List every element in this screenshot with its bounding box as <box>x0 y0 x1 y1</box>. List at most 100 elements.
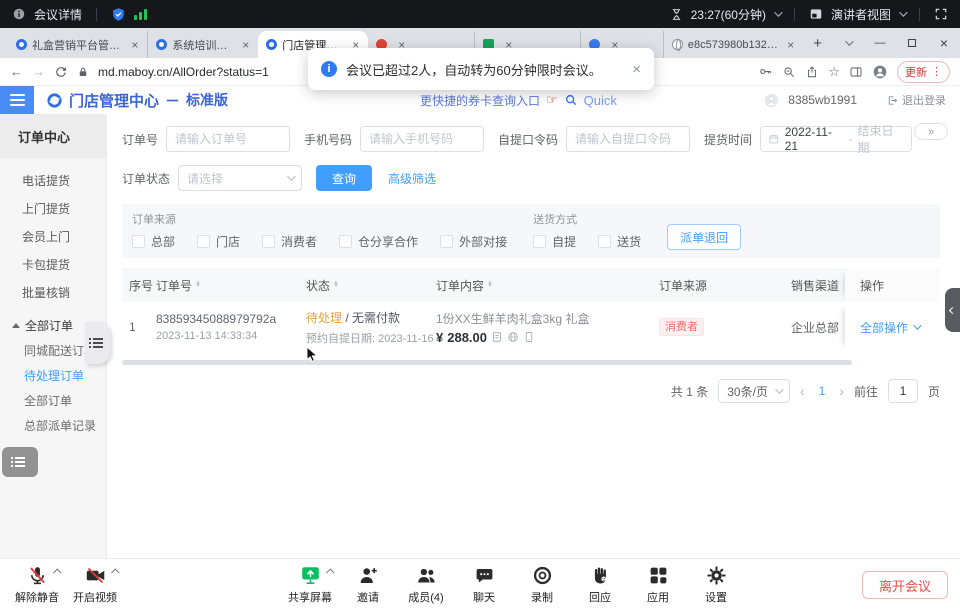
receipt-icon[interactable] <box>491 331 503 343</box>
settings-button[interactable]: 设置 <box>687 559 745 610</box>
notification-close-icon[interactable]: × <box>632 61 641 78</box>
checkbox-option-warehouse-share[interactable]: 仓分享合作 <box>339 233 418 250</box>
mic-options-caret[interactable] <box>53 568 61 576</box>
browser-tab[interactable]: 礼盒营销平台管理中心× <box>8 31 147 58</box>
next-page-icon[interactable]: › <box>839 383 844 399</box>
pickup-date-range[interactable]: 2022-11-21 - 结束日期 <box>760 126 912 152</box>
horizontal-scrollbar[interactable] <box>122 360 852 365</box>
browser-tab[interactable]: e8c573980b1328a258fd2e618× <box>663 31 803 58</box>
lock-icon[interactable] <box>77 66 89 78</box>
window-maximize-icon[interactable] <box>896 28 928 58</box>
view-mode-label[interactable]: 演讲者视图 <box>831 6 891 23</box>
tab-close-icon[interactable]: × <box>130 39 139 51</box>
forward-icon[interactable]: → <box>32 64 45 79</box>
start-video-button[interactable]: 开启视频 <box>66 559 124 610</box>
logout-button[interactable]: 退出登录 <box>887 92 946 108</box>
shield-check-icon[interactable] <box>111 7 126 22</box>
all-actions-dropdown[interactable]: 全部操作 <box>860 319 919 336</box>
unmute-button[interactable]: 解除静音 <box>8 559 66 610</box>
tab-close-icon[interactable]: × <box>241 39 250 51</box>
apps-button[interactable]: 应用 <box>629 559 687 610</box>
coupon-query-entry-link[interactable]: 更快捷的券卡查询入口 <box>420 92 540 109</box>
sort-icon[interactable]: ▲▼ <box>487 282 493 289</box>
quick-search-icon[interactable] <box>564 93 578 107</box>
sidebar-item-all-orders[interactable]: 全部订单 <box>0 388 106 413</box>
chat-button[interactable]: 聊天 <box>455 559 513 610</box>
profile-avatar-icon[interactable] <box>872 64 888 80</box>
window-close-icon[interactable]: × <box>928 28 960 58</box>
reload-icon[interactable] <box>54 65 68 79</box>
sidebar-item-member-visit[interactable]: 会员上门 <box>0 222 106 250</box>
prev-page-icon[interactable]: ‹ <box>800 383 805 399</box>
checkbox-icon[interactable] <box>598 235 611 248</box>
page-size-select[interactable]: 30条/页 <box>718 379 790 403</box>
user-avatar[interactable] <box>763 92 780 109</box>
username[interactable]: 8385wb1991 <box>788 93 857 107</box>
order-status-select[interactable]: 请选择 <box>178 165 302 191</box>
checkbox-option-self-pickup[interactable]: 自提 <box>533 233 576 250</box>
invite-button[interactable]: 邀请 <box>339 559 397 610</box>
checkbox-icon[interactable] <box>339 235 352 248</box>
back-icon[interactable]: ← <box>10 64 23 79</box>
advanced-filter-link[interactable]: 高级筛选 <box>388 170 436 187</box>
right-drawer-handle[interactable] <box>945 288 960 332</box>
sidebar-item-door-pickup[interactable]: 上门提货 <box>0 194 106 222</box>
password-key-icon[interactable] <box>758 64 773 79</box>
share-options-caret[interactable] <box>326 568 334 576</box>
bookmark-star-icon[interactable]: ☆ <box>828 64 840 80</box>
sidebar-item-card-pickup[interactable]: 卡包提货 <box>0 250 106 278</box>
collapse-filters-button[interactable]: » <box>914 123 948 140</box>
view-dropdown-icon[interactable] <box>899 8 907 16</box>
col-order-no[interactable]: 订单号▲▼ <box>156 277 306 294</box>
checkbox-icon[interactable] <box>197 235 210 248</box>
col-status[interactable]: 状态▲▼ <box>306 277 436 294</box>
share-icon[interactable] <box>805 65 819 79</box>
quick-label[interactable]: Quick <box>584 93 617 108</box>
new-tab-button[interactable]: + <box>803 35 832 52</box>
browser-tab[interactable]: 系统培训学习× <box>147 31 258 58</box>
tab-close-icon[interactable]: × <box>786 39 795 51</box>
end-date-placeholder[interactable]: 结束日期 <box>857 122 904 156</box>
goto-page-input[interactable] <box>888 379 918 403</box>
checkbox-icon[interactable] <box>132 235 145 248</box>
sidebar-toggle-button[interactable] <box>0 86 34 114</box>
checkbox-icon[interactable] <box>262 235 275 248</box>
start-date-value[interactable]: 2022-11-21 <box>785 125 844 153</box>
sort-icon[interactable]: ▲▼ <box>195 282 201 289</box>
reactions-button[interactable]: 回应 <box>571 559 629 610</box>
meeting-timer[interactable]: 23:27(60分钟) <box>691 6 766 23</box>
checkbox-icon[interactable] <box>440 235 453 248</box>
chrome-update-button[interactable]: 更新⋮ <box>897 61 950 83</box>
sidebar-item-hq-dispatch-records[interactable]: 总部派单记录 <box>0 413 106 438</box>
fullscreen-icon[interactable] <box>934 7 948 21</box>
sidebar-item-batch-verify[interactable]: 批量核销 <box>0 278 106 306</box>
share-screen-button[interactable]: 共享屏幕 <box>281 559 339 610</box>
sidebar-item-pending-orders[interactable]: 待处理订单 <box>0 363 106 388</box>
video-options-caret[interactable] <box>111 568 119 576</box>
network-signal-icon[interactable] <box>134 8 147 20</box>
dispatch-return-button[interactable]: 派单退回 <box>667 224 741 250</box>
col-content[interactable]: 订单内容▲▼ <box>436 277 641 294</box>
checkbox-option-consumer[interactable]: 消费者 <box>262 233 317 250</box>
info-icon[interactable] <box>12 7 26 21</box>
current-page[interactable]: 1 <box>815 384 830 398</box>
timer-dropdown-icon[interactable] <box>774 8 782 16</box>
globe-icon[interactable] <box>507 331 519 343</box>
checkbox-option-external[interactable]: 外部对接 <box>440 233 507 250</box>
window-minimize-icon[interactable]: — <box>864 28 896 58</box>
meeting-details-label[interactable]: 会议详情 <box>34 6 82 23</box>
checkbox-option-hq[interactable]: 总部 <box>132 233 175 250</box>
checkbox-icon[interactable] <box>533 235 546 248</box>
drawer-handle[interactable] <box>85 322 110 364</box>
floating-task-button[interactable] <box>2 447 38 477</box>
browser-menu-icon[interactable]: ⋮ <box>931 65 942 78</box>
phone-input[interactable] <box>360 126 484 152</box>
pickup-code-input[interactable] <box>566 126 690 152</box>
sidebar-item-phone-pickup[interactable]: 电话提货 <box>0 166 106 194</box>
side-panel-icon[interactable] <box>849 65 863 79</box>
members-button[interactable]: 成员(4) <box>397 559 455 610</box>
window-menu-icon[interactable] <box>832 28 864 58</box>
record-button[interactable]: 录制 <box>513 559 571 610</box>
sort-icon[interactable]: ▲▼ <box>333 282 339 289</box>
checkbox-option-store[interactable]: 门店 <box>197 233 240 250</box>
